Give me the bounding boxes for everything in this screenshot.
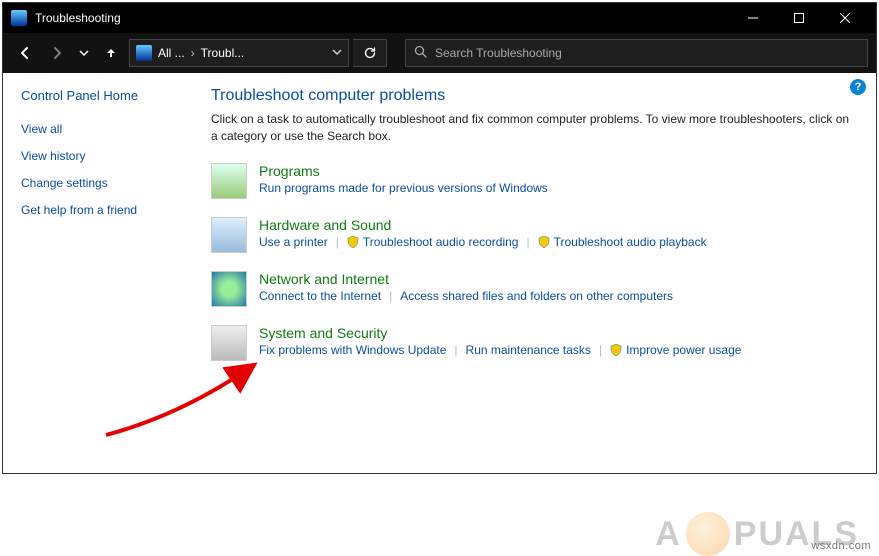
search-placeholder: Search Troubleshooting [435, 46, 562, 60]
system-title[interactable]: System and Security [259, 325, 854, 341]
link-improve-power-label: Improve power usage [626, 343, 741, 357]
watermark-pre: A [655, 515, 682, 554]
address-icon [136, 45, 152, 61]
category-system: System and Security Fix problems with Wi… [211, 325, 854, 361]
link-audio-recording-label: Troubleshoot audio recording [363, 235, 519, 249]
link-connect-internet[interactable]: Connect to the Internet [259, 289, 381, 303]
category-network: Network and Internet Connect to the Inte… [211, 271, 854, 307]
system-icon [211, 325, 247, 361]
separator: | [389, 289, 392, 303]
watermark-mascot-icon [686, 512, 730, 556]
refresh-button[interactable] [353, 39, 387, 67]
titlebar: Troubleshooting [3, 3, 876, 33]
page-description: Click on a task to automatically trouble… [211, 111, 854, 145]
sidebar: Control Panel Home View all View history… [3, 73, 203, 473]
window-controls [730, 3, 868, 33]
minimize-button[interactable] [730, 3, 776, 33]
separator: | [336, 235, 339, 249]
maximize-button[interactable] [776, 3, 822, 33]
recent-locations-button[interactable] [75, 39, 93, 67]
category-programs: Programs Run programs made for previous … [211, 163, 854, 199]
hardware-icon [211, 217, 247, 253]
up-button[interactable] [97, 39, 125, 67]
link-access-shared[interactable]: Access shared files and folders on other… [400, 289, 673, 303]
separator: | [454, 343, 457, 357]
shield-icon [610, 344, 622, 356]
network-title[interactable]: Network and Internet [259, 271, 854, 287]
window-frame: Troubleshooting All [2, 2, 877, 474]
address-bar[interactable]: All ... › Troubl... [129, 39, 349, 67]
hardware-title[interactable]: Hardware and Sound [259, 217, 854, 233]
category-hardware: Hardware and Sound Use a printer | Troub… [211, 217, 854, 253]
link-audio-playback[interactable]: Troubleshoot audio playback [538, 235, 707, 249]
link-audio-playback-label: Troubleshoot audio playback [554, 235, 707, 249]
link-improve-power[interactable]: Improve power usage [610, 343, 741, 357]
source-url: wsxdn.com [811, 540, 871, 552]
shield-icon [538, 236, 550, 248]
link-run-programs-compat[interactable]: Run programs made for previous versions … [259, 181, 548, 195]
app-icon [11, 10, 27, 26]
programs-title[interactable]: Programs [259, 163, 854, 179]
navbar: All ... › Troubl... Search Troubleshooti… [3, 33, 876, 73]
breadcrumb-segment-troubleshooting[interactable]: Troubl... [201, 46, 245, 60]
separator: | [599, 343, 602, 357]
back-button[interactable] [11, 39, 39, 67]
window-title: Troubleshooting [35, 11, 121, 25]
close-button[interactable] [822, 3, 868, 33]
page-title: Troubleshoot computer problems [211, 87, 854, 105]
address-dropdown-icon[interactable] [332, 46, 342, 60]
programs-icon [211, 163, 247, 199]
sidebar-view-all[interactable]: View all [21, 121, 185, 138]
main-panel: Troubleshoot computer problems Click on … [203, 73, 876, 473]
shield-icon [347, 236, 359, 248]
forward-button[interactable] [43, 39, 71, 67]
control-panel-home-link[interactable]: Control Panel Home [21, 87, 185, 105]
link-audio-recording[interactable]: Troubleshoot audio recording [347, 235, 519, 249]
search-icon [414, 45, 427, 61]
sidebar-get-help[interactable]: Get help from a friend [21, 202, 185, 219]
sidebar-change-settings[interactable]: Change settings [21, 175, 185, 192]
sidebar-view-history[interactable]: View history [21, 148, 185, 165]
breadcrumb-segment-all[interactable]: All ... [158, 46, 185, 60]
content-area: ? Control Panel Home View all View histo… [3, 73, 876, 473]
link-use-a-printer[interactable]: Use a printer [259, 235, 328, 249]
separator: | [526, 235, 529, 249]
network-icon [211, 271, 247, 307]
search-box[interactable]: Search Troubleshooting [405, 39, 868, 67]
link-fix-windows-update[interactable]: Fix problems with Windows Update [259, 343, 446, 357]
titlebar-left: Troubleshooting [11, 10, 121, 26]
link-run-maintenance[interactable]: Run maintenance tasks [466, 343, 591, 357]
